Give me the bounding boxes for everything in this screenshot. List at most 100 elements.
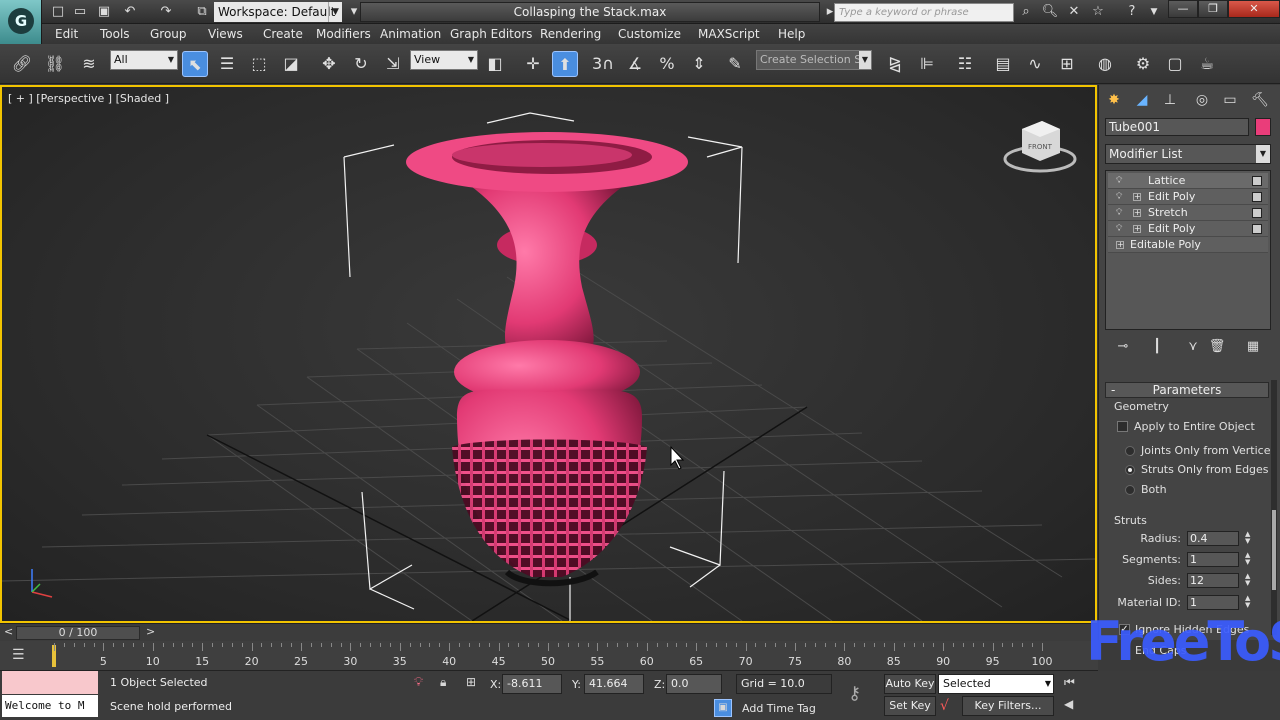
maximize-button[interactable]: ❐ xyxy=(1198,0,1228,18)
schematic-view-icon[interactable]: ⊞ xyxy=(1054,51,1080,77)
lightbulb-icon[interactable]: 💡︎ xyxy=(1116,221,1122,237)
select-by-name-icon[interactable]: ☰ xyxy=(214,51,240,77)
stack-toggle-checkbox[interactable] xyxy=(1252,176,1262,186)
menu-maxscript[interactable]: MAXScript xyxy=(698,27,760,41)
curve-editor-icon[interactable]: ∿ xyxy=(1022,51,1048,77)
menu-modifiers[interactable]: Modifiers xyxy=(316,27,371,41)
lightbulb-icon[interactable]: 💡︎ xyxy=(1116,189,1122,205)
stack-item-stretch[interactable]: 💡︎ + Stretch xyxy=(1108,205,1268,221)
modifier-list-dropdown[interactable]: Modifier List ▼ xyxy=(1105,144,1271,164)
menu-tools[interactable]: Tools xyxy=(100,27,130,41)
radius-spinner-icon[interactable]: ▲ ▼ xyxy=(1245,531,1253,546)
motion-tab-icon[interactable]: ◎ xyxy=(1191,89,1213,111)
render-production-icon[interactable]: ☕ xyxy=(1194,51,1220,77)
x-coordinate-field[interactable]: -8.611 xyxy=(502,674,562,694)
stack-item-edit-poly-2[interactable]: 💡︎ + Edit Poly xyxy=(1108,221,1268,237)
selection-lock-icon[interactable]: 🔒︎ xyxy=(440,675,446,690)
expand-plus-icon[interactable]: + xyxy=(1133,225,1141,233)
keyboard-shortcut-override-icon[interactable]: ⬆ xyxy=(552,51,578,77)
favorites-star-icon[interactable]: ☆ xyxy=(1088,3,1108,21)
move-icon[interactable]: ✥ xyxy=(316,51,342,77)
hold-icon[interactable]: ⧉ xyxy=(192,3,212,21)
close-button[interactable]: ✕ xyxy=(1228,0,1280,18)
menu-views[interactable]: Views xyxy=(208,27,243,41)
layer-manager-icon[interactable]: ☷ xyxy=(952,51,978,77)
rectangular-selection-icon[interactable]: ⬚ xyxy=(246,51,272,77)
snaps-toggle-icon[interactable]: 3∩ xyxy=(590,51,616,77)
time-prev-icon[interactable]: < xyxy=(4,625,13,638)
sides-spinner-icon[interactable]: ▲ ▼ xyxy=(1245,573,1253,588)
time-next-icon[interactable]: > xyxy=(146,625,155,638)
graphite-ribbon-icon[interactable]: ▤ xyxy=(990,51,1016,77)
window-crossing-icon[interactable]: ◪ xyxy=(278,51,304,77)
radio-both[interactable] xyxy=(1125,485,1135,495)
expand-plus-icon[interactable]: + xyxy=(1133,193,1141,201)
help-dropdown-icon[interactable]: ▼ xyxy=(1144,3,1164,21)
apply-entire-object-checkbox[interactable] xyxy=(1117,421,1128,432)
bind-to-space-warp-icon[interactable]: ≋ xyxy=(76,51,102,77)
maxscript-listener-input[interactable]: Welcome to M xyxy=(2,695,98,717)
pivot-center-icon[interactable]: ◧ xyxy=(482,51,508,77)
menu-edit[interactable]: Edit xyxy=(55,27,78,41)
material-id-field[interactable]: 1 xyxy=(1187,595,1239,610)
selection-filter-dropdown[interactable]: All ▼ xyxy=(110,50,178,70)
menu-help[interactable]: Help xyxy=(778,27,805,41)
reference-coordinate-dropdown[interactable]: View ▼ xyxy=(410,50,478,70)
sides-field[interactable]: 12 xyxy=(1187,573,1239,588)
expand-plus-icon[interactable]: + xyxy=(1133,209,1141,217)
time-slider-thumb[interactable]: 0 / 100 xyxy=(16,626,140,640)
search-icon[interactable]: 🔍︎ xyxy=(1040,3,1060,21)
binoculars-icon[interactable]: ⌕ xyxy=(1016,3,1036,21)
default-in-out-tangent-icon[interactable]: √ xyxy=(940,698,949,714)
stack-toggle-checkbox[interactable] xyxy=(1252,208,1262,218)
select-object-icon[interactable]: ⬉ xyxy=(182,51,208,77)
align-icon[interactable]: ⊫ xyxy=(914,51,940,77)
rendered-frame-window-icon[interactable]: ▢ xyxy=(1162,51,1188,77)
panel-scrollbar[interactable] xyxy=(1271,380,1277,635)
object-name-field[interactable]: Tube001 xyxy=(1105,118,1249,136)
segments-field[interactable]: 1 xyxy=(1187,552,1239,567)
help-icon[interactable]: ? xyxy=(1122,3,1142,21)
previous-frame-icon[interactable]: ◀ xyxy=(1064,697,1073,711)
stack-item-editable-poly[interactable]: + Editable Poly xyxy=(1108,237,1268,253)
expand-plus-icon[interactable]: + xyxy=(1116,241,1124,249)
segments-spinner-icon[interactable]: ▲ ▼ xyxy=(1245,552,1253,567)
material-editor-icon[interactable]: ◍ xyxy=(1092,51,1118,77)
workspace-dropdown[interactable]: Workspace: Default ▼ xyxy=(214,2,342,22)
render-setup-icon[interactable]: ⚙ xyxy=(1130,51,1156,77)
key-selection-dropdown[interactable]: Selected ▼ xyxy=(938,674,1054,694)
rotate-icon[interactable]: ↻ xyxy=(348,51,374,77)
z-coordinate-field[interactable]: 0.0 xyxy=(666,674,722,694)
add-time-tag-button[interactable]: Add Time Tag xyxy=(742,702,816,715)
pin-stack-icon[interactable]: ⊸ xyxy=(1113,339,1133,357)
maxscript-listener-pink[interactable] xyxy=(2,671,98,694)
make-unique-icon[interactable]: ⋎ xyxy=(1183,339,1203,357)
key-filters-button[interactable]: Key Filters... xyxy=(962,696,1054,716)
utilities-tab-icon[interactable]: 🔨︎ xyxy=(1249,89,1271,111)
display-tab-icon[interactable]: ▭ xyxy=(1219,89,1241,111)
save-file-icon[interactable]: ▣ xyxy=(94,3,114,21)
scale-icon[interactable]: ⇲ xyxy=(380,51,406,77)
menu-rendering[interactable]: Rendering xyxy=(540,27,601,41)
named-selection-set-dropdown[interactable]: Create Selection Se ▼ xyxy=(756,50,872,70)
set-key-button[interactable]: Set Key xyxy=(884,696,936,716)
select-and-link-icon[interactable]: 🔗︎ xyxy=(9,51,35,77)
create-tab-icon[interactable]: ✸ xyxy=(1103,89,1125,111)
minimize-button[interactable]: — xyxy=(1168,0,1198,18)
perspective-viewport[interactable]: [ + ] [Perspective ] [Shaded ] FRONT xyxy=(0,85,1097,623)
percent-snap-icon[interactable]: % xyxy=(654,51,680,77)
radio-joints-only[interactable] xyxy=(1125,446,1135,456)
lightbulb-icon[interactable]: 💡︎ xyxy=(1116,205,1122,221)
material-id-spinner-icon[interactable]: ▲ ▼ xyxy=(1245,595,1253,610)
auto-key-button[interactable]: Auto Key xyxy=(884,674,936,694)
radius-field[interactable]: 0.4 xyxy=(1187,531,1239,546)
angle-snap-icon[interactable]: ∡ xyxy=(622,51,648,77)
menu-animation[interactable]: Animation xyxy=(380,27,441,41)
show-end-result-icon[interactable]: ┃ xyxy=(1147,339,1167,357)
configure-modifier-sets-icon[interactable]: ▦ xyxy=(1243,339,1263,357)
y-coordinate-field[interactable]: 41.664 xyxy=(584,674,644,694)
menu-create[interactable]: Create xyxy=(263,27,303,41)
select-manipulate-icon[interactable]: ✛ xyxy=(520,51,546,77)
set-key-icon[interactable]: ⚷ xyxy=(848,683,861,704)
parameters-rollout-header[interactable]: - Parameters xyxy=(1105,382,1269,398)
